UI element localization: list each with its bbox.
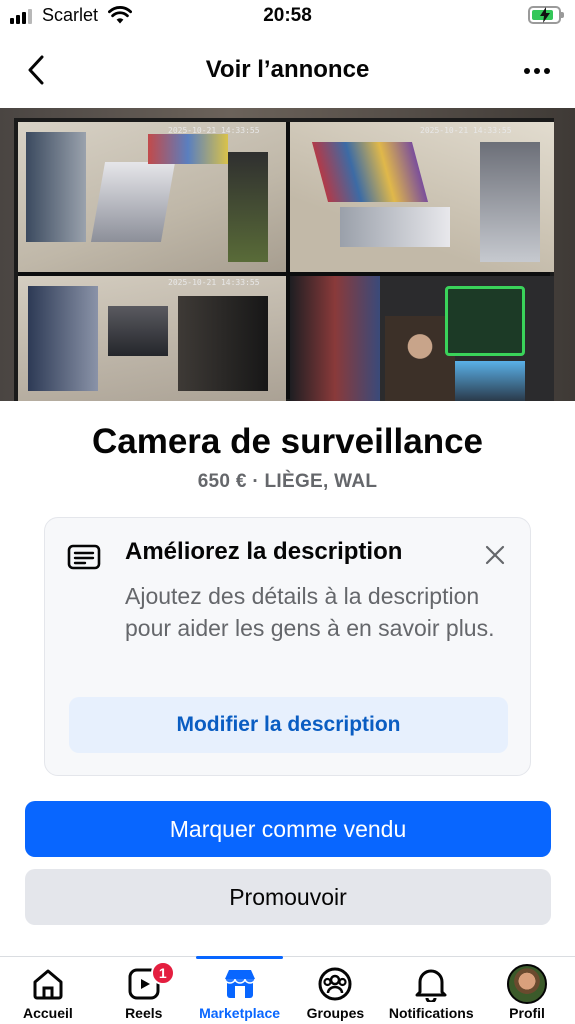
back-button[interactable] bbox=[18, 52, 54, 88]
listing-photo[interactable]: 2025-10-21 14:33:55 2025-10-21 14:33:55 … bbox=[0, 108, 575, 401]
bell-icon bbox=[414, 965, 448, 1003]
header: Voir l’annonce bbox=[0, 34, 575, 108]
nav-notifications[interactable]: Notifications bbox=[383, 957, 479, 1024]
improve-description-card: Améliorez la description Ajoutez des dét… bbox=[44, 517, 531, 776]
close-icon bbox=[485, 545, 505, 565]
listing-title: Camera de surveillance bbox=[91, 422, 484, 461]
camera-timestamp: 2025-10-21 14:33:55 bbox=[168, 126, 260, 135]
card-description: Ajoutez des détails à la description pou… bbox=[125, 583, 495, 641]
nav-label: Notifications bbox=[388, 1005, 474, 1021]
reels-icon: 1 bbox=[127, 961, 175, 1003]
marketplace-icon bbox=[222, 965, 258, 1003]
status-bar: Scarlet 20:58 bbox=[0, 0, 575, 34]
nav-marketplace[interactable]: Marketplace bbox=[192, 956, 288, 1024]
notification-badge: 1 bbox=[150, 961, 175, 985]
page-title: Voir l’annonce bbox=[205, 56, 370, 83]
nav-label: Reels bbox=[125, 1005, 163, 1021]
nav-label: Groupes bbox=[306, 1005, 365, 1021]
nav-label: Accueil bbox=[23, 1005, 73, 1021]
more-horizontal-icon bbox=[524, 68, 550, 74]
promote-button[interactable]: Promouvoir bbox=[25, 869, 551, 925]
monitor-image: 2025-10-21 14:33:55 2025-10-21 14:33:55 … bbox=[14, 118, 554, 401]
mark-as-sold-button[interactable]: Marquer comme vendu bbox=[25, 801, 551, 857]
avatar bbox=[507, 964, 548, 1004]
nav-home[interactable]: Accueil bbox=[0, 957, 96, 1024]
home-icon bbox=[30, 965, 66, 1003]
chevron-left-icon bbox=[28, 55, 44, 85]
camera-timestamp: 2025-10-21 14:33:55 bbox=[420, 126, 512, 135]
close-card-button[interactable] bbox=[480, 540, 510, 570]
bottom-nav: Accueil 1 Reels Marketplace Groupes Noti… bbox=[0, 956, 575, 1024]
more-options-button[interactable] bbox=[517, 56, 557, 86]
battery-icon bbox=[528, 6, 564, 24]
edit-description-button[interactable]: Modifier la description bbox=[69, 697, 508, 753]
listing-price-location: 650 € · LIÈGE, WAL bbox=[197, 471, 378, 492]
nav-label: Profil bbox=[509, 1005, 545, 1021]
nav-label: Marketplace bbox=[199, 1005, 281, 1021]
groups-icon bbox=[317, 965, 353, 1003]
nav-groups[interactable]: Groupes bbox=[287, 957, 383, 1024]
card-title: Améliorez la description bbox=[125, 538, 403, 565]
description-icon bbox=[67, 544, 101, 575]
nav-reels[interactable]: 1 Reels bbox=[96, 957, 192, 1024]
clock: 20:58 bbox=[263, 5, 312, 26]
nav-profile[interactable]: Profil bbox=[479, 957, 575, 1024]
camera-timestamp: 2025-10-21 14:33:55 bbox=[168, 278, 260, 287]
